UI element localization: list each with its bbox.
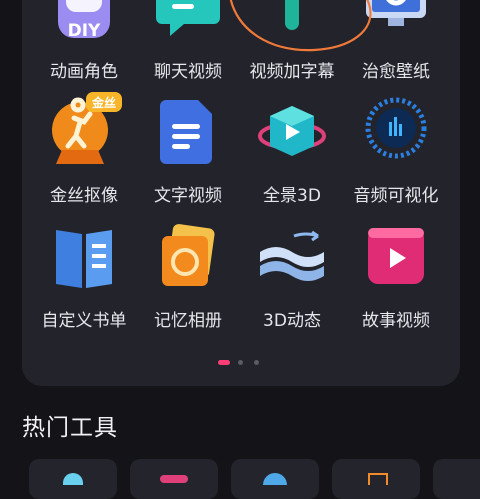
grid-item-healing-wallpaper[interactable]: 治愈壁纸: [341, 0, 451, 82]
chat-bubble-icon: [156, 0, 220, 36]
text-document-icon: [160, 100, 212, 164]
grid-item-label: 自定义书单: [41, 311, 127, 331]
grid-item-chat-video[interactable]: 聊天视频: [133, 0, 243, 82]
tool-icon: [160, 475, 188, 483]
grid-item-gold-cutout[interactable]: 金丝 金丝抠像: [29, 92, 139, 206]
grid-item-label: 治愈壁纸: [362, 62, 430, 82]
svg-text:DIY: DIY: [68, 21, 101, 41]
story-play-icon: [368, 228, 424, 284]
grid-item-animated-character[interactable]: DIY 动画角色: [29, 0, 139, 82]
grid-item-label: 金丝抠像: [50, 186, 118, 206]
grid-item-video-subtitles[interactable]: 视频加字幕: [237, 0, 347, 82]
hot-tool-card[interactable]: [29, 459, 117, 499]
hot-tool-card[interactable]: [231, 459, 319, 499]
page-dot[interactable]: [254, 360, 259, 365]
page-dot[interactable]: [238, 360, 243, 365]
photo-album-icon: [162, 224, 215, 286]
grid-item-label: 聊天视频: [154, 62, 222, 82]
grid-item-label: 动画角色: [50, 62, 118, 82]
grid-item-label: 全景3D: [263, 186, 321, 206]
audio-visualizer-icon: [365, 97, 427, 159]
grid-item-label: 音频可视化: [353, 186, 439, 206]
hot-tool-card[interactable]: [130, 459, 218, 499]
grid-item-label: 故事视频: [362, 311, 430, 331]
grid-item-label: 3D动态: [263, 311, 321, 331]
subtitle-t-icon: [285, 0, 299, 30]
page-indicator: [0, 360, 480, 368]
grid-item-story-video[interactable]: 故事视频: [341, 218, 451, 331]
hot-tool-card[interactable]: [332, 459, 420, 499]
3d-layers-icon: [260, 230, 324, 281]
section-title: 热门工具: [22, 415, 118, 441]
grid-item-custom-booklist[interactable]: 自定义书单: [29, 218, 139, 331]
grid-item-text-video[interactable]: 文字视频: [133, 92, 243, 206]
grid-item-label: 文字视频: [154, 186, 222, 206]
book-list-icon: [56, 230, 112, 288]
panorama-cube-icon: [258, 106, 326, 156]
tool-icon: [368, 473, 388, 485]
grid-item-panorama-3d[interactable]: 全景3D: [237, 92, 347, 206]
grid-item-label: 记忆相册: [154, 311, 222, 331]
diy-avatar-icon: DIY: [58, 0, 110, 41]
monitor-gear-icon: [366, 0, 426, 26]
tool-icon: [63, 473, 83, 485]
tool-icon: [263, 473, 287, 485]
grid-item-3d-dynamic[interactable]: 3D动态: [237, 218, 347, 331]
badge-text: 金丝: [91, 95, 116, 110]
hot-tool-card[interactable]: [433, 459, 480, 499]
grid-item-label: 视频加字幕: [249, 62, 335, 82]
page-dot-active[interactable]: [218, 360, 230, 365]
grid-item-memory-album[interactable]: 记忆相册: [133, 218, 243, 331]
gold-cutout-icon: 金丝: [52, 92, 122, 164]
grid-item-audio-visualizer[interactable]: 音频可视化: [341, 92, 451, 206]
